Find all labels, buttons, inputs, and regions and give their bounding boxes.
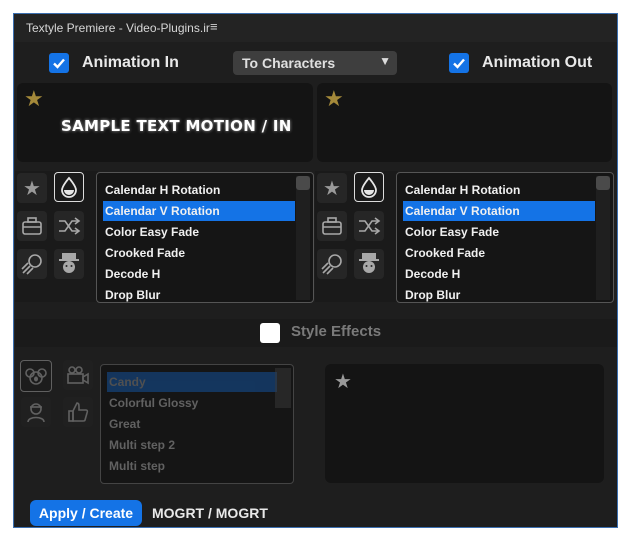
thumbs-up-icon[interactable]	[63, 397, 93, 427]
style-effects-label: Style Effects	[291, 323, 382, 340]
preview-sample-text: SAMPLE TEXT MOTION / IN	[61, 117, 292, 135]
mogrt-label[interactable]: MOGRT / MOGRT	[152, 505, 268, 521]
koala-icon[interactable]	[20, 360, 52, 392]
preview-in: ★ SAMPLE TEXT MOTION / IN	[17, 83, 313, 162]
style-effects-list[interactable]: Candy Colorful Glossy Great Multi step 2…	[100, 364, 294, 484]
panel-content: Animation In To Characters ▼ Animation O…	[15, 42, 617, 527]
style-effect-preview: ★	[325, 364, 604, 483]
list-item[interactable]: Drop Blur	[103, 285, 160, 302]
list-item[interactable]: Decode H	[103, 264, 160, 284]
video-camera-icon[interactable]	[63, 360, 93, 390]
list-scrollbar[interactable]	[275, 368, 291, 408]
list-scrollbar[interactable]	[596, 176, 610, 300]
preview-out: ★	[317, 83, 612, 162]
scrollbar-thumb[interactable]	[596, 176, 610, 190]
shuffle-icon[interactable]	[354, 211, 384, 241]
animation-out-checkbox[interactable]	[449, 53, 469, 73]
toolbox-icon[interactable]	[317, 211, 347, 241]
mode-select[interactable]: To Characters ▼	[233, 51, 397, 75]
list-scrollbar[interactable]	[296, 176, 310, 300]
list-item[interactable]: Great	[107, 414, 140, 434]
out-category-icons: ★	[315, 171, 398, 302]
favorite-star-icon[interactable]: ★	[24, 86, 44, 112]
animation-in-checkbox[interactable]	[49, 53, 69, 73]
comet-icon[interactable]	[317, 249, 347, 279]
character-face-icon[interactable]	[54, 249, 84, 279]
water-drop-icon[interactable]	[354, 172, 384, 202]
in-category-icons: ★	[15, 171, 98, 302]
checkmark-icon	[453, 58, 465, 69]
list-item-selected[interactable]: Calendar V Rotation	[403, 201, 595, 221]
out-animation-list[interactable]: Calendar H Rotation Calendar V Rotation …	[396, 172, 614, 303]
apply-create-button[interactable]: Apply / Create	[30, 500, 142, 526]
animation-out-label: Animation Out	[482, 54, 593, 71]
list-item[interactable]: Calendar H Rotation	[103, 180, 220, 200]
water-drop-icon[interactable]	[54, 172, 84, 202]
list-item[interactable]: Crooked Fade	[403, 243, 485, 263]
scrollbar-thumb[interactable]	[296, 176, 310, 190]
list-item[interactable]: Crooked Fade	[103, 243, 185, 263]
list-item-selected[interactable]: Calendar V Rotation	[103, 201, 295, 221]
list-item[interactable]: Decode H	[403, 264, 460, 284]
list-item[interactable]: Calendar H Rotation	[403, 180, 520, 200]
window-title: Textyle Premiere - Video-Plugins.ir	[26, 21, 210, 35]
list-item[interactable]: Color Easy Fade	[403, 222, 499, 242]
favorite-star-icon[interactable]: ★	[334, 369, 352, 394]
animation-in-label: Animation In	[82, 54, 179, 71]
shuffle-icon[interactable]	[54, 211, 84, 241]
list-item-selected[interactable]: Candy	[107, 372, 277, 392]
style-effects-checkbox[interactable]	[260, 323, 280, 343]
comet-icon[interactable]	[17, 249, 47, 279]
title-bar: Textyle Premiere - Video-Plugins.ir ≡	[14, 14, 617, 42]
toolbox-icon[interactable]	[17, 211, 47, 241]
mode-select-value: To Characters	[242, 55, 336, 71]
favorites-star-icon[interactable]: ★	[317, 173, 347, 203]
plugin-panel: Textyle Premiere - Video-Plugins.ir ≡ An…	[13, 13, 618, 528]
favorites-star-icon[interactable]: ★	[17, 173, 47, 203]
menu-icon[interactable]: ≡	[210, 19, 218, 34]
list-item[interactable]: Color Easy Fade	[103, 222, 199, 242]
list-item[interactable]: Multi step 2	[107, 435, 175, 455]
checkmark-icon	[53, 58, 65, 69]
chevron-down-icon: ▼	[379, 54, 391, 68]
list-item[interactable]: Drop Blur	[403, 285, 460, 302]
in-animation-list[interactable]: Calendar H Rotation Calendar V Rotation …	[96, 172, 314, 303]
character-face-icon[interactable]	[354, 249, 384, 279]
person-icon[interactable]	[21, 397, 51, 427]
list-item[interactable]: Multi step	[107, 456, 165, 476]
favorite-star-icon[interactable]: ★	[324, 86, 344, 112]
list-item[interactable]: Colorful Glossy	[107, 393, 198, 413]
